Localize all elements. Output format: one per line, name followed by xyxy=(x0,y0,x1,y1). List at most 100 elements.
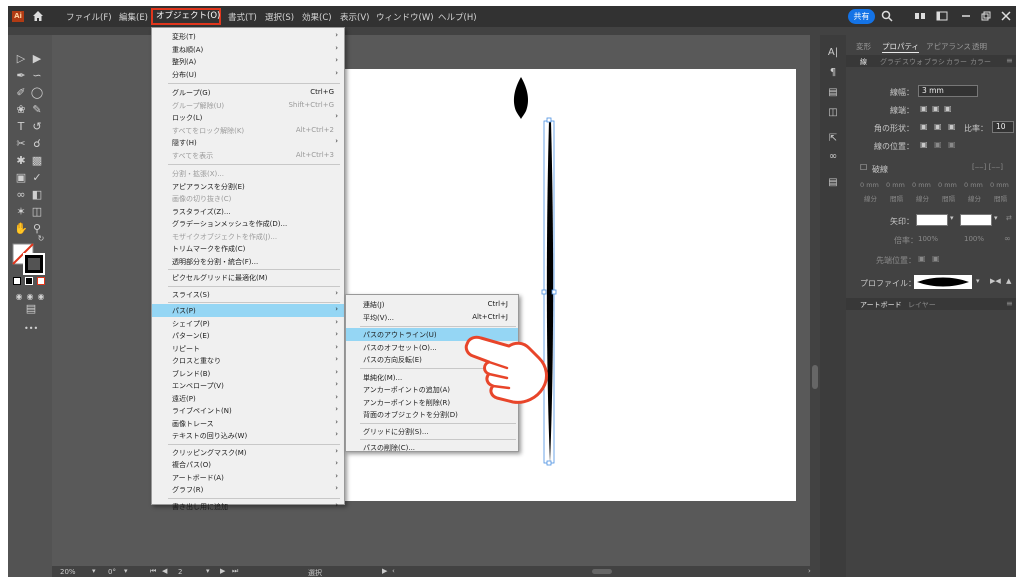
object-menu-item-9[interactable]: すべてを表示 Alt+Ctrl+3 xyxy=(152,149,344,162)
shape-builder-tool-icon[interactable]: ▩ xyxy=(30,155,44,167)
status-arrow-icon[interactable]: ▶ xyxy=(382,567,387,575)
menu-edit[interactable]: 編集(E) xyxy=(119,11,148,23)
align-inside-icon[interactable]: ▣ xyxy=(934,140,942,149)
artboard-tool-icon[interactable]: ◫ xyxy=(30,206,44,218)
tab-artboards[interactable]: アートボード xyxy=(860,300,902,310)
curvature-tool-icon[interactable]: ∽ xyxy=(30,70,44,82)
zoom-dropdown-icon[interactable]: ▾ xyxy=(92,567,96,575)
object-menu-item-29[interactable]: 画像トレース › xyxy=(152,417,344,430)
draw-inside-icon[interactable]: ◉ xyxy=(34,291,48,303)
search-icon[interactable] xyxy=(881,10,893,22)
selection-tool-icon[interactable]: ▷ xyxy=(14,53,28,65)
color-mode-icon[interactable] xyxy=(13,277,21,285)
subtab-gradient[interactable]: グラデ xyxy=(880,57,901,67)
menu-select[interactable]: 選択(S) xyxy=(265,11,294,23)
object-menu-item-22[interactable]: パターン(E) › xyxy=(152,329,344,342)
next-artboard-icon[interactable]: ▶ xyxy=(220,567,225,575)
link-scale-icon[interactable]: ∞ xyxy=(1004,234,1011,243)
panel-menu-icon[interactable]: ≡ xyxy=(1006,56,1013,65)
path-submenu-item-1[interactable]: 平均(V)... Alt+Ctrl+J xyxy=(346,311,518,324)
align-outside-icon[interactable]: ▣ xyxy=(948,140,956,149)
object-menu-item-6[interactable]: ロック(L) › xyxy=(152,111,344,124)
handle-top[interactable] xyxy=(546,117,552,123)
arrange-documents-icon[interactable] xyxy=(914,10,926,22)
object-menu-item-3[interactable]: 分布(U) › xyxy=(152,68,344,81)
first-artboard-icon[interactable]: ⏮ xyxy=(150,567,156,576)
layers-stack-icon[interactable]: ▤ xyxy=(827,87,839,99)
arrowhead-start-dropdown-icon[interactable]: ▾ xyxy=(950,214,954,222)
subtab-brushes[interactable]: ブラシ xyxy=(924,57,945,67)
arrowhead-end-dropdown-icon[interactable]: ▾ xyxy=(994,214,998,222)
hand-tool-icon[interactable]: ✋ xyxy=(14,223,28,235)
object-menu-item-26[interactable]: エンベロープ(V) › xyxy=(152,379,344,392)
restore-icon[interactable] xyxy=(980,10,992,22)
scroll-thumb[interactable] xyxy=(812,365,818,389)
path-submenu-item-8[interactable]: 背面のオブジェクトを分割(D) xyxy=(346,408,518,421)
object-menu-item-4[interactable]: グループ(G) Ctrl+G xyxy=(152,86,344,99)
scroll-right-icon[interactable]: › xyxy=(808,567,811,575)
subtab-color-guide[interactable]: カラー xyxy=(970,57,991,67)
gap-field-1[interactable]: 0 mm xyxy=(886,181,905,189)
width-tool-icon[interactable]: ✱ xyxy=(14,155,28,167)
rotation-value[interactable]: 0° xyxy=(108,568,116,576)
object-menu-item-34[interactable]: グラフ(R) › xyxy=(152,483,344,496)
object-menu-item-15[interactable]: モザイクオブジェクトを作成(J)... xyxy=(152,230,344,243)
warp-tool-icon[interactable]: ☌ xyxy=(30,138,44,150)
align-panel-icon[interactable]: ▤ xyxy=(827,177,839,189)
corner-bevel-icon[interactable]: ▣ xyxy=(948,122,956,131)
path-submenu-item-0[interactable]: 連結(J) Ctrl+J xyxy=(346,298,518,311)
object-menu-item-16[interactable]: トリムマークを作成(C) xyxy=(152,242,344,255)
rotate-tool-icon[interactable]: ↺ xyxy=(30,121,44,133)
fill-stroke-swatch[interactable] xyxy=(12,243,46,275)
handle-left[interactable] xyxy=(541,289,547,295)
object-menu-item-32[interactable]: 複合パス(O) › xyxy=(152,458,344,471)
horizontal-scroll-thumb[interactable] xyxy=(592,569,612,574)
scroll-left-icon[interactable]: ‹ xyxy=(392,567,395,575)
rotation-dropdown-icon[interactable]: ▾ xyxy=(124,567,128,575)
object-menu-item-20[interactable]: パス(P) › xyxy=(152,304,344,317)
object-menu-item-5[interactable]: グループ解除(U) Shift+Ctrl+G xyxy=(152,99,344,112)
minimize-icon[interactable] xyxy=(960,10,972,22)
object-menu-item-7[interactable]: すべてをロック解除(K) Alt+Ctrl+2 xyxy=(152,124,344,137)
object-menu-item-23[interactable]: リピート › xyxy=(152,342,344,355)
path-submenu-item-10[interactable]: パスの削除(C)... xyxy=(346,441,518,454)
object-menu-item-30[interactable]: テキストの回り込み(W) › xyxy=(152,429,344,442)
dash-field-2[interactable]: 0 mm xyxy=(912,181,931,189)
workspace-icon[interactable] xyxy=(936,10,948,22)
leaf-shape[interactable] xyxy=(513,77,529,119)
tab-appearance[interactable]: アピアランス xyxy=(926,41,971,52)
object-menu-item-10[interactable]: 分割・拡張(X)... xyxy=(152,167,344,180)
tab-properties[interactable]: プロパティ xyxy=(882,41,920,53)
swap-fill-stroke-icon[interactable]: ↻ xyxy=(34,233,48,245)
object-menu-item-2[interactable]: 整列(A) › xyxy=(152,55,344,68)
gap-field-3[interactable]: 0 mm xyxy=(990,181,1009,189)
subtab-color[interactable]: カラー xyxy=(946,57,967,67)
menu-view[interactable]: 表示(V) xyxy=(340,11,369,23)
stroke-width-field[interactable]: 3 mm xyxy=(918,85,978,97)
menu-file[interactable]: ファイル(F) xyxy=(66,11,112,23)
dash-checkbox-icon[interactable]: ☐ xyxy=(860,163,867,172)
scale-end-field[interactable]: 100% xyxy=(964,235,984,243)
align-center-icon[interactable]: ▣ xyxy=(920,140,928,149)
object-menu-item-17[interactable]: 透明部分を分割・統合(F)... xyxy=(152,255,344,268)
object-menu-item-14[interactable]: グラデーションメッシュを作成(D)... xyxy=(152,217,344,230)
pen-tool-icon[interactable]: ✒ xyxy=(14,70,28,82)
artboard-dropdown-icon[interactable]: ▾ xyxy=(206,567,210,575)
last-artboard-icon[interactable]: ⏭ xyxy=(232,567,238,576)
pencil-tool-icon[interactable]: ✎ xyxy=(30,104,44,116)
menu-type[interactable]: 書式(T) xyxy=(228,11,257,23)
menu-help[interactable]: ヘルプ(H) xyxy=(438,11,477,23)
subtab-stroke[interactable]: 線 xyxy=(860,57,867,67)
object-menu-item-19[interactable]: スライス(S) › xyxy=(152,288,344,301)
handle-right[interactable] xyxy=(551,289,557,295)
artboard-panel-icon[interactable]: ◫ xyxy=(827,107,839,119)
object-menu-item-31[interactable]: クリッピングマスク(M) › xyxy=(152,446,344,459)
scale-start-field[interactable]: 100% xyxy=(918,235,938,243)
flip-along-icon[interactable]: ▶◀ xyxy=(990,277,1001,285)
swap-arrowheads-icon[interactable]: ⇄ xyxy=(1006,214,1012,222)
links-panel-icon[interactable]: ∞ xyxy=(827,151,839,163)
cap-butt-icon[interactable]: ▣ xyxy=(920,104,928,113)
dash-field-3[interactable]: 0 mm xyxy=(964,181,983,189)
menu-effect[interactable]: 効果(C) xyxy=(302,11,332,23)
share-button[interactable]: 共有 xyxy=(848,9,875,24)
